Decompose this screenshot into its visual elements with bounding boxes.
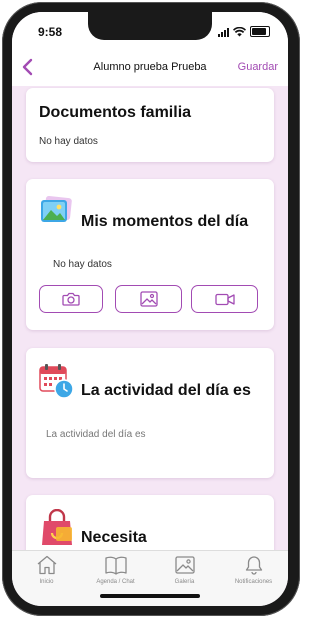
- add-photo-button[interactable]: [39, 285, 103, 313]
- phone-frame: 9:58 Alumno prueba Prueba Guardar Docume…: [0, 0, 304, 620]
- moments-empty-text: No hay datos: [53, 259, 112, 270]
- image-icon: [139, 291, 158, 307]
- tab-label: Galería: [174, 579, 195, 585]
- gallery-icon: [174, 556, 195, 574]
- camera-icon: [62, 292, 80, 306]
- video-icon: [214, 293, 235, 305]
- tab-label: Agenda / Chat: [96, 579, 135, 585]
- status-icons: [218, 26, 270, 37]
- activity-card: La actividad del día es La actividad del…: [26, 348, 274, 478]
- add-video-button[interactable]: [191, 285, 258, 313]
- home-indicator[interactable]: [100, 594, 200, 598]
- calendar-clock-icon: [39, 364, 74, 399]
- tab-inicio[interactable]: Inicio: [12, 551, 81, 606]
- status-time: 9:58: [38, 25, 63, 39]
- documents-title: Documentos familia: [39, 104, 192, 121]
- tab-notificaciones[interactable]: Notificaciones: [219, 551, 288, 606]
- tab-label: Inicio: [39, 579, 54, 585]
- signal-icon: [218, 27, 229, 37]
- add-image-button[interactable]: [115, 285, 182, 313]
- nav-bar: Alumno prueba Prueba Guardar: [12, 50, 288, 86]
- tab-label: Notificaciones: [234, 579, 273, 585]
- home-icon: [37, 555, 56, 575]
- documents-card: Documentos familia No hay datos: [26, 88, 274, 162]
- bell-icon: [245, 556, 262, 575]
- status-bar: 9:58: [12, 12, 288, 50]
- book-icon: [104, 556, 127, 575]
- save-button[interactable]: Guardar: [238, 61, 278, 73]
- activity-input[interactable]: La actividad del día es: [46, 429, 146, 440]
- notch: [88, 12, 212, 40]
- battery-icon: [250, 26, 270, 37]
- activity-title: La actividad del día es: [81, 382, 251, 399]
- screen: 9:58 Alumno prueba Prueba Guardar Docume…: [12, 12, 288, 606]
- photos-icon: [41, 195, 72, 222]
- wifi-icon: [233, 26, 246, 36]
- moments-title: Mis momentos del día: [81, 213, 249, 230]
- moments-card: Mis momentos del día No hay datos: [26, 179, 274, 330]
- needs-title: Necesita: [81, 529, 147, 546]
- documents-empty-text: No hay datos: [39, 136, 98, 147]
- bag-icon: [42, 509, 72, 545]
